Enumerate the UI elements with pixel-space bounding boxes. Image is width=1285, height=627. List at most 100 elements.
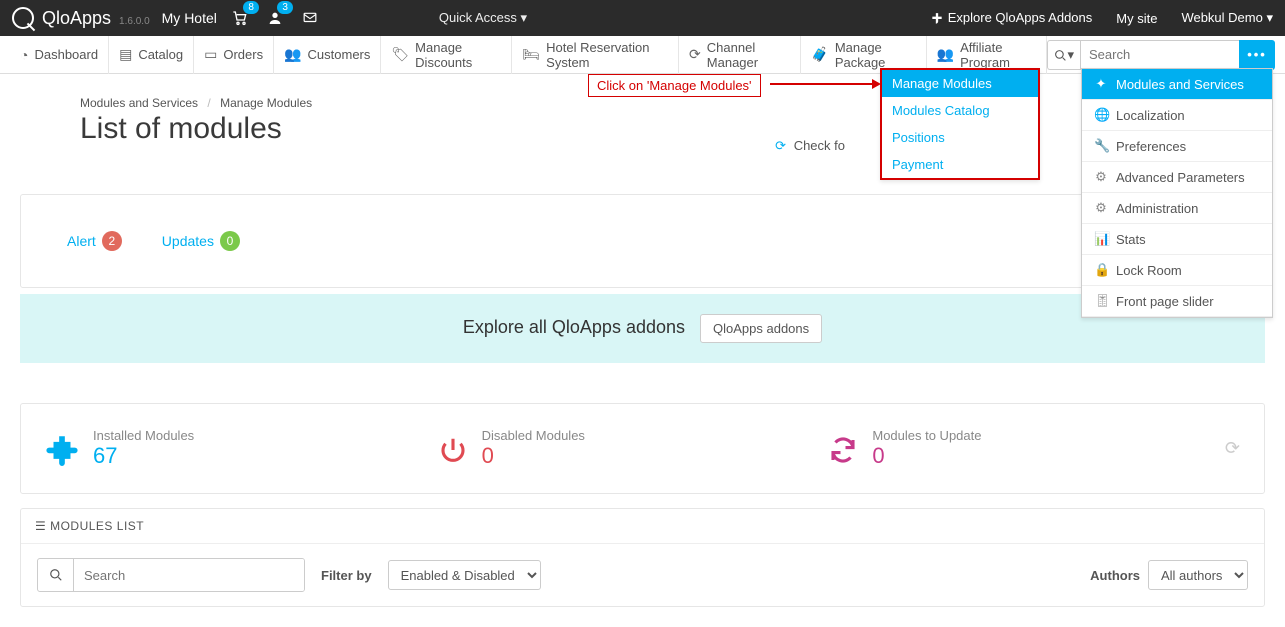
more-menu-button[interactable]: ••• — [1239, 40, 1275, 70]
more-localization-label: Localization — [1116, 108, 1185, 123]
hotel-name[interactable]: My Hotel — [162, 10, 217, 26]
power-icon — [438, 432, 468, 465]
refresh-icon: ⟳ — [689, 46, 701, 63]
nav-search-input[interactable] — [1080, 40, 1240, 70]
app-name: QloApps — [42, 8, 111, 29]
user-menu[interactable]: Webkul Demo ▾ — [1181, 10, 1273, 26]
user-icon[interactable]: 3 — [267, 9, 283, 27]
explore-addons-label: Explore QloApps Addons — [948, 10, 1093, 25]
book-icon: ▤ — [119, 46, 132, 63]
alert-link[interactable]: Alert 2 — [67, 231, 122, 251]
nav-dashboard-label: Dashboard — [34, 47, 98, 62]
lock-icon: 🔒 — [1094, 262, 1108, 278]
nav-catalog[interactable]: ▤Catalog — [109, 36, 194, 74]
more-administration[interactable]: ⚙Administration — [1082, 193, 1272, 224]
cart-badge: 8 — [243, 1, 259, 14]
user-menu-label: Webkul Demo — [1181, 10, 1262, 25]
stat-disabled: Disabled Modules 0 — [438, 428, 585, 469]
gauge-icon: ◔ — [20, 47, 28, 63]
modules-search-box — [37, 558, 305, 592]
gear-icon: ⚙ — [1094, 200, 1108, 216]
users-icon: 👥 — [284, 46, 301, 63]
nav-hotel-res[interactable]: 🛏 Hotel Reservation System — [512, 36, 679, 74]
puzzle-icon — [45, 431, 79, 466]
alert-label: Alert — [67, 233, 96, 249]
list-icon: ☰ — [35, 519, 50, 533]
more-preferences[interactable]: 🔧Preferences — [1082, 131, 1272, 162]
more-stats[interactable]: 📊Stats — [1082, 224, 1272, 255]
bed-icon: 🛏 — [522, 46, 540, 63]
submenu-positions[interactable]: Positions — [882, 124, 1038, 151]
modules-submenu: Manage Modules Modules Catalog Positions… — [880, 68, 1040, 180]
more-menu-dropdown: ✦ Modules and Services 🌐 Localization 🔧Pre… — [1081, 68, 1273, 318]
topbar-right: Explore QloApps Addons My site Webkul De… — [930, 10, 1273, 26]
search-scope-dropdown[interactable]: ▾ — [1047, 40, 1080, 70]
nav-orders[interactable]: ▭Orders — [194, 36, 274, 74]
authors-select[interactable]: All authors — [1148, 560, 1248, 590]
updates-link[interactable]: Updates 0 — [162, 231, 240, 251]
filter-by-select[interactable]: Enabled & Disabled — [388, 560, 541, 590]
puzzle-icon: ✦ — [1094, 76, 1108, 92]
submenu-modules-catalog[interactable]: Modules Catalog — [882, 97, 1038, 124]
stat-update-value: 0 — [872, 443, 981, 469]
check-update-label: Check fo — [794, 138, 845, 153]
more-stats-label: Stats — [1116, 232, 1146, 247]
sync-icon — [828, 432, 858, 465]
addons-button[interactable]: QloApps addons — [700, 314, 822, 343]
mail-icon[interactable] — [301, 9, 319, 27]
nav-channel[interactable]: ⟳ Channel Manager — [679, 36, 801, 74]
nav-customers-label: Customers — [308, 47, 371, 62]
updates-label: Updates — [162, 233, 214, 249]
wrench-icon: 🔧 — [1094, 138, 1108, 154]
nav-customers[interactable]: 👥 Customers — [274, 36, 381, 74]
more-advanced[interactable]: ⚙Advanced Parameters — [1082, 162, 1272, 193]
annotation-arrow — [770, 83, 878, 85]
more-front-label: Front page slider — [1116, 294, 1214, 309]
stats-panel: Installed Modules 67 Disabled Modules 0 … — [20, 403, 1265, 494]
stat-installed-value: 67 — [93, 443, 194, 469]
quick-access-menu[interactable]: Quick Access ▾ — [439, 10, 527, 26]
stat-disabled-label: Disabled Modules — [482, 428, 585, 443]
nav-discounts[interactable]: 🏷Manage Discounts — [381, 36, 512, 74]
more-modules-services[interactable]: ✦ Modules and Services — [1082, 69, 1272, 100]
stat-disabled-value: 0 — [482, 443, 585, 469]
sliders-icon: 🎚 — [1094, 293, 1108, 309]
topbar-icons: 8 3 — [231, 9, 319, 27]
breadcrumb-sep: / — [207, 96, 210, 110]
nav-hotel-res-label: Hotel Reservation System — [546, 40, 668, 70]
more-front-slider[interactable]: 🎚 Front page slider — [1082, 286, 1272, 317]
nav-dashboard[interactable]: ◔ Dashboard — [10, 36, 109, 74]
alert-count: 2 — [102, 231, 122, 251]
tag-icon: 🏷 — [391, 46, 409, 63]
refresh-stats-icon[interactable]: ⟳ — [1225, 438, 1240, 459]
nav-orders-label: Orders — [223, 47, 263, 62]
modules-search-input[interactable] — [74, 559, 304, 591]
breadcrumb-a[interactable]: Modules and Services — [80, 96, 198, 110]
more-lock-room[interactable]: 🔒Lock Room — [1082, 255, 1272, 286]
logo-mark-icon — [12, 7, 34, 29]
app-logo[interactable]: QloApps 1.6.0.0 — [12, 7, 150, 29]
cart-icon[interactable]: 8 — [231, 9, 249, 27]
modules-list-heading: ☰ MODULES LIST — [21, 509, 1264, 544]
submenu-payment[interactable]: Payment — [882, 151, 1038, 178]
explore-addons-link[interactable]: Explore QloApps Addons — [930, 10, 1092, 26]
my-site-link[interactable]: My site — [1116, 11, 1157, 26]
caret-down-icon: ▾ — [1266, 10, 1273, 25]
authors-wrap: Authors All authors — [1090, 560, 1248, 590]
globe-icon: 🌐 — [1094, 107, 1108, 123]
more-localization[interactable]: 🌐 Localization — [1082, 100, 1272, 131]
authors-label: Authors — [1090, 568, 1140, 583]
modules-list-panel: ☰ MODULES LIST Filter by Enabled & Disab… — [20, 508, 1265, 607]
submenu-manage-modules[interactable]: Manage Modules — [882, 70, 1038, 97]
stat-update-label: Modules to Update — [872, 428, 981, 443]
nav-channel-label: Channel Manager — [707, 40, 791, 70]
search-button[interactable] — [38, 559, 74, 591]
explore-banner: Explore all QloApps addons QloApps addon… — [20, 294, 1265, 363]
users-icon: 👥 — [937, 46, 954, 63]
user-badge: 3 — [277, 1, 293, 14]
more-modules-label: Modules and Services — [1116, 77, 1244, 92]
stat-update: Modules to Update 0 — [828, 428, 981, 469]
gears-icon: ⚙ — [1094, 169, 1108, 185]
filters-row: Filter by Enabled & Disabled Authors All… — [21, 544, 1264, 606]
modules-list-heading-text: MODULES LIST — [50, 519, 144, 533]
